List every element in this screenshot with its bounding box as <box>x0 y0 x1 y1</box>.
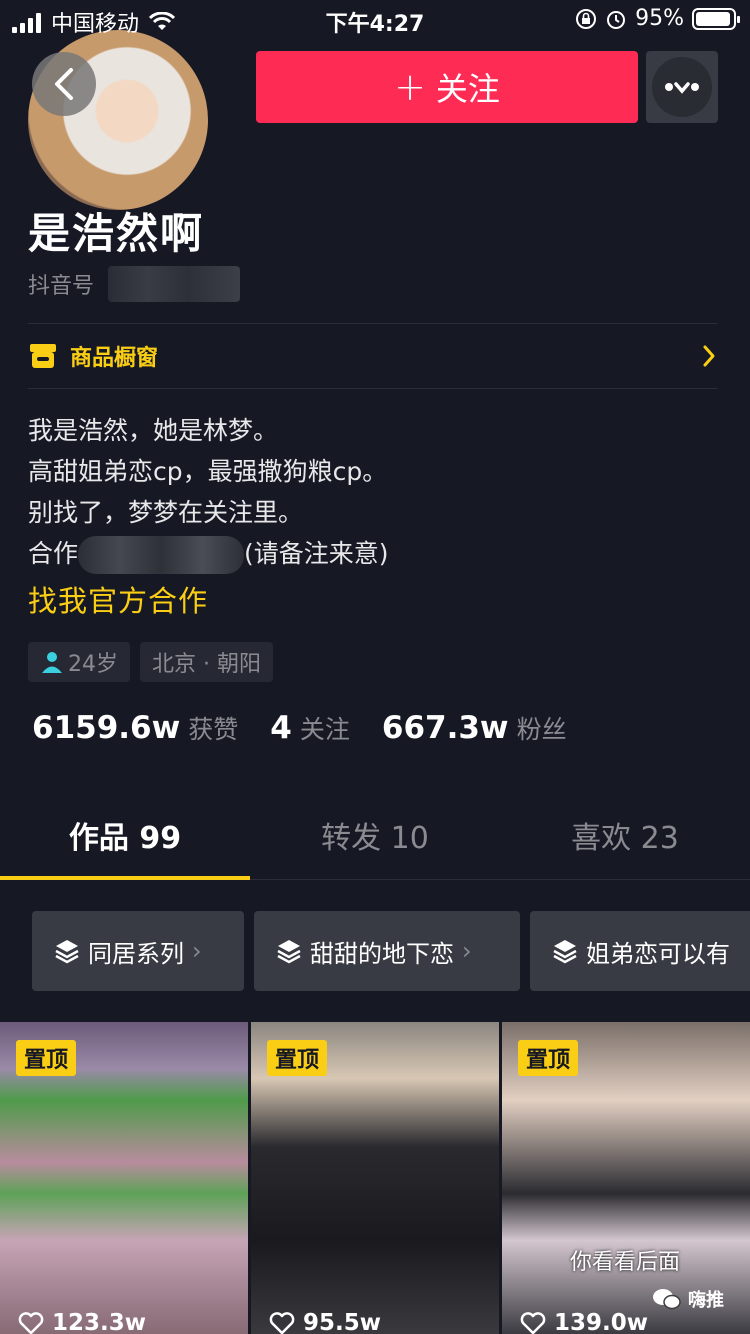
person-icon <box>42 652 62 673</box>
watermark-text: 嗨推 <box>688 1290 724 1311</box>
video-thumbnail[interactable]: 置顶 你看看后面 139.0w 嗨推 <box>502 1022 750 1334</box>
age-label: 24岁 <box>68 652 118 677</box>
collection-item[interactable]: 姐弟恋可以有 <box>530 911 750 991</box>
bio-line: 合作 (请备注来意) <box>28 533 389 574</box>
collection-list: 同居系列 › 甜甜的地下恋 › 姐弟恋可以有 <box>32 911 750 991</box>
fans-count: 667.3w <box>381 710 509 746</box>
following-count: 4 <box>270 710 292 746</box>
bio-line: 高甜姐弟恋cp，最强撒狗粮cp。 <box>28 457 388 486</box>
location-label: 北京 · 朝阳 <box>152 652 261 677</box>
likes-stat: 6159.6w 获赞 <box>32 710 238 746</box>
battery-icon <box>692 7 740 30</box>
nickname: 是浩然啊 <box>28 209 205 258</box>
video-thumbnail[interactable]: 置顶 123.3w <box>0 1022 248 1334</box>
douyin-id: 抖音号 <box>28 266 241 302</box>
divider <box>28 388 718 389</box>
follow-button[interactable]: + 关注 <box>256 51 638 123</box>
video-subtitle: 你看看后面 <box>570 1250 681 1275</box>
chevron-right-icon: › <box>192 937 202 965</box>
bio-line: 别找了，梦梦在关注里。 <box>28 498 304 527</box>
fans-stat[interactable]: 667.3w 粉丝 <box>382 710 567 746</box>
layers-icon <box>277 940 301 964</box>
video-likes: 123.3w <box>18 1310 146 1334</box>
shop-window-row[interactable]: 商品橱窗 <box>28 324 718 388</box>
orientation-lock-icon <box>576 8 597 29</box>
bio: 我是浩然，她是林梦。 高甜姐弟恋cp，最强撒狗粮cp。 别找了，梦梦在关注里。 … <box>28 410 389 574</box>
more-dots-icon <box>665 82 699 94</box>
likes-label: 获赞 <box>188 715 239 744</box>
profile-stats: 6159.6w 获赞 4 关注 667.3w 粉丝 <box>32 710 567 746</box>
plus-icon: + <box>394 65 426 109</box>
collection-label: 同居系列 <box>88 939 184 968</box>
age-tag: 24岁 <box>28 642 130 682</box>
layers-icon <box>553 940 577 964</box>
tab-reposts[interactable]: 转发 10 <box>250 800 500 879</box>
recommend-friends-button[interactable] <box>646 51 718 123</box>
chevron-left-icon <box>55 68 73 100</box>
video-grid: 置顶 123.3w 置顶 95.5w 置顶 你看看后面 139.0w 嗨推 <box>0 1022 750 1334</box>
heart-icon <box>18 1312 44 1334</box>
video-likes-count: 123.3w <box>52 1310 146 1334</box>
douyin-id-blurred <box>108 266 241 302</box>
official-cooperation-link[interactable]: 找我官方合作 <box>28 578 208 620</box>
video-likes: 95.5w <box>269 1310 381 1334</box>
chevron-right-icon: › <box>462 937 472 965</box>
collection-item[interactable]: 同居系列 › <box>32 911 244 991</box>
heart-icon <box>520 1312 546 1334</box>
status-bar: 中国移动 下午4:27 95% <box>0 0 750 40</box>
profile-tags: 24岁 北京 · 朝阳 <box>28 642 273 682</box>
video-likes-count: 95.5w <box>303 1310 381 1334</box>
following-label: 关注 <box>299 715 350 744</box>
heart-icon <box>269 1312 295 1334</box>
video-likes-count: 139.0w <box>554 1310 648 1334</box>
shop-icon <box>30 344 56 368</box>
video-likes: 139.0w <box>520 1310 648 1334</box>
collection-label: 姐弟恋可以有 <box>586 939 730 968</box>
pinned-badge: 置顶 <box>16 1040 77 1076</box>
tab-likes[interactable]: 喜欢 23 <box>500 800 750 879</box>
collection-label: 甜甜的地下恋 <box>310 939 454 968</box>
battery-percent: 95% <box>635 6 684 31</box>
collection-item[interactable]: 甜甜的地下恋 › <box>254 911 520 991</box>
follow-label: 关注 <box>435 70 500 108</box>
back-button[interactable] <box>32 52 96 116</box>
location-tag: 北京 · 朝阳 <box>140 642 273 682</box>
bio-cooperation-suffix: (请备注来意) <box>244 539 389 568</box>
bio-cooperation-prefix: 合作 <box>28 539 79 568</box>
content-tabs: 作品 99 转发 10 喜欢 23 <box>0 800 750 880</box>
bio-line: 我是浩然，她是林梦。 <box>28 416 279 445</box>
wechat-icon <box>653 1289 681 1310</box>
fans-label: 粉丝 <box>516 715 567 744</box>
pinned-badge: 置顶 <box>267 1040 328 1076</box>
following-stat[interactable]: 4 关注 <box>270 710 350 746</box>
contact-blurred <box>78 536 245 574</box>
shop-window-label: 商品橱窗 <box>70 346 159 371</box>
alarm-icon <box>607 10 626 29</box>
likes-count: 6159.6w <box>32 710 181 746</box>
layers-icon <box>55 940 79 964</box>
video-thumbnail[interactable]: 置顶 95.5w <box>251 1022 499 1334</box>
chevron-right-icon <box>703 345 715 367</box>
tab-works[interactable]: 作品 99 <box>0 800 250 880</box>
watermark: 嗨推 <box>652 1286 724 1312</box>
pinned-badge: 置顶 <box>518 1040 579 1076</box>
douyin-id-label: 抖音号 <box>28 274 95 299</box>
